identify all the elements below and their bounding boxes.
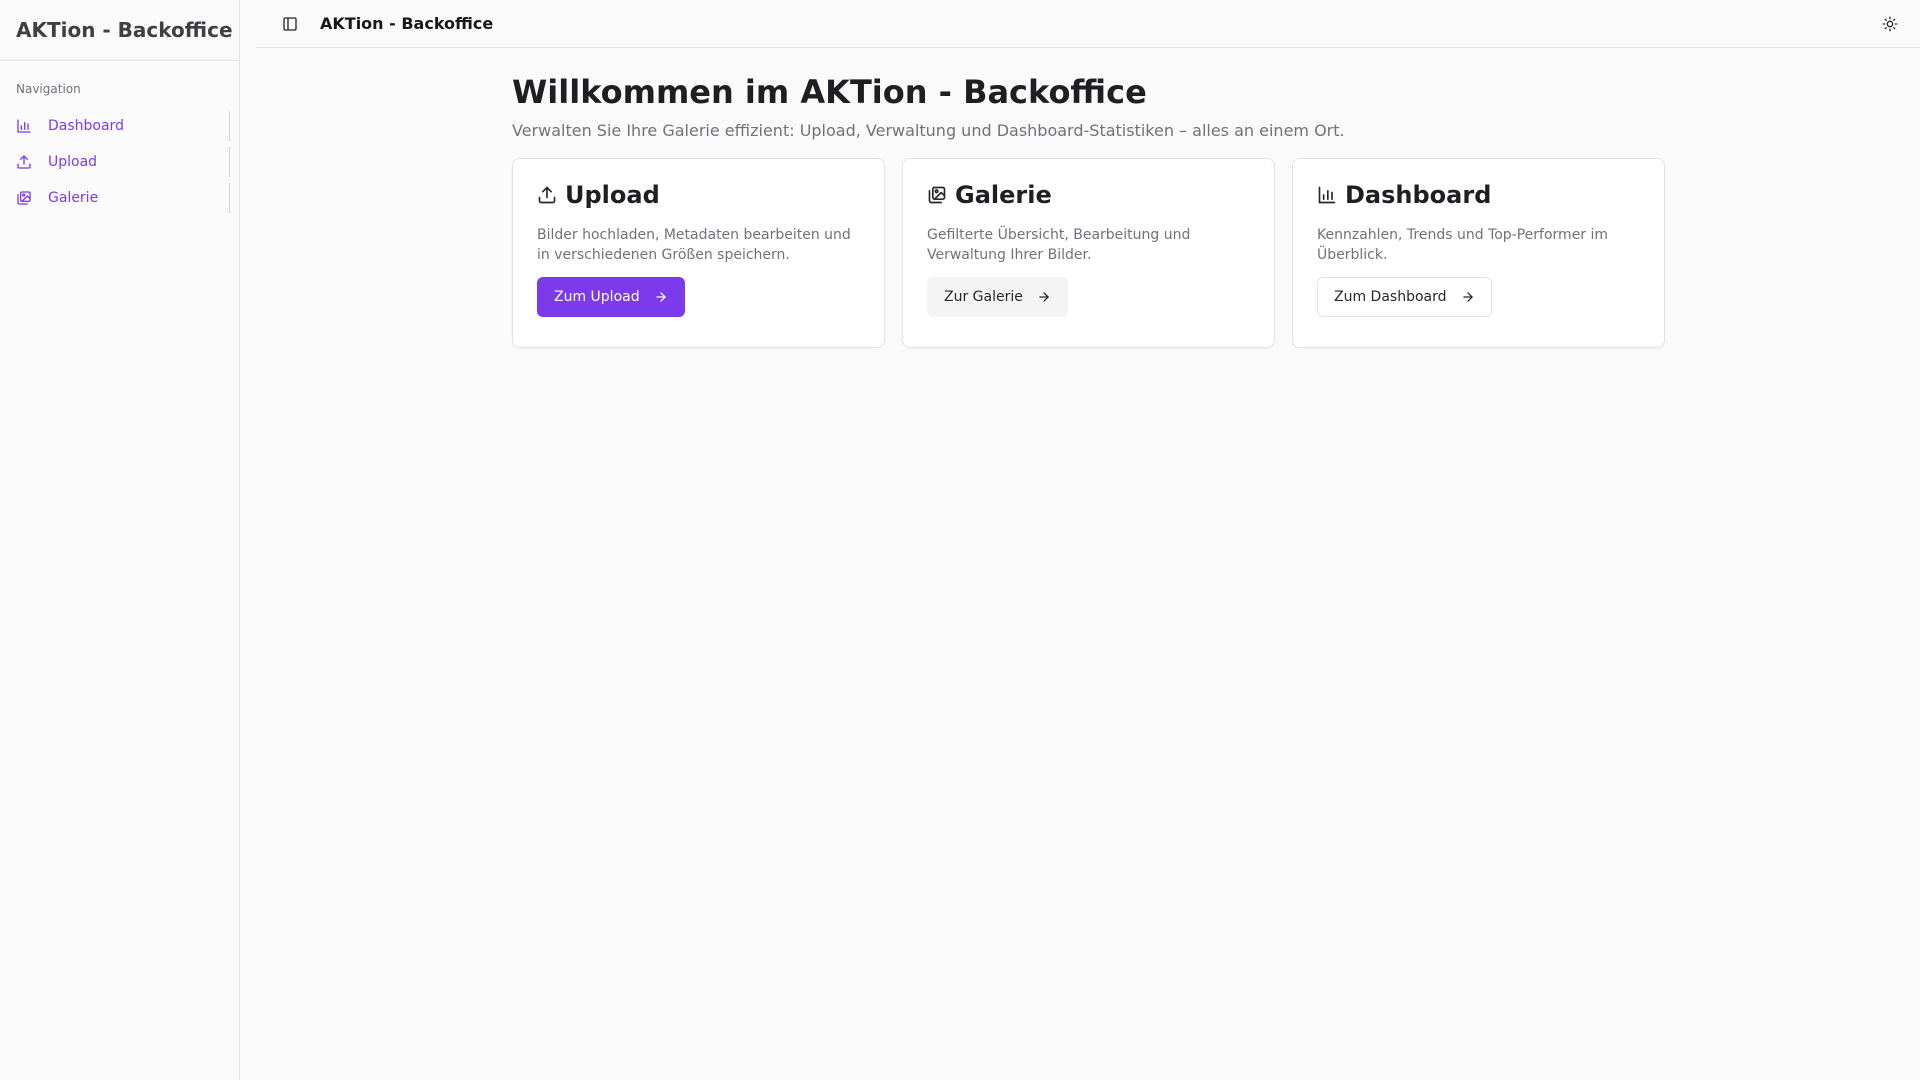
sidebar-item-label: Galerie (48, 190, 99, 206)
card-header: Dashboard (1317, 179, 1640, 211)
upload-icon (538, 186, 556, 204)
card-grid: Upload Bilder hochladen, Metadaten bearb… (512, 158, 1920, 348)
card-description: Gefilterte Übersicht, Bearbeitung und Ve… (927, 227, 1191, 263)
card-title: Galerie (955, 181, 1052, 209)
card-galerie: Galerie Gefilterte Übersicht, Bearbeitun… (902, 158, 1275, 348)
upload-icon (17, 155, 31, 169)
arrow-right-icon (1039, 292, 1049, 302)
gallery-icon (17, 191, 31, 205)
topbar: AKTion - Backoffice (256, 0, 1920, 48)
topbar-title: AKTion - Backoffice (320, 14, 494, 33)
sidebar-item-label: Dashboard (48, 118, 124, 134)
button-label: Zum Dashboard (1334, 289, 1447, 305)
sun-icon (1882, 16, 1898, 31)
card-title: Upload (565, 181, 660, 209)
main-area: AKTion - Backoffice Willkommen im AKTion… (256, 0, 1920, 1080)
button-label: Zum Upload (554, 289, 640, 305)
button-label: Zur Galerie (944, 289, 1023, 305)
page-subtitle: Verwalten Sie Ihre Galerie effizient: Up… (512, 121, 1345, 140)
nav-group: Navigation Dashboard Upload Galerie (0, 61, 239, 213)
page-content: Willkommen im AKTion - Backoffice Verwal… (256, 48, 1920, 348)
card-upload: Upload Bilder hochladen, Metadaten bearb… (512, 158, 885, 348)
sidebar-header: AKTion - Backoffice (0, 0, 239, 61)
card-description: Bilder hochladen, Metadaten bearbeiten u… (537, 227, 851, 263)
gallery-icon (928, 186, 946, 204)
sidebar-toggle-button[interactable] (276, 10, 304, 38)
page-title: Willkommen im AKTion - Backoffice (512, 73, 1147, 111)
arrow-right-icon (1462, 292, 1473, 302)
card-header: Upload (537, 179, 860, 211)
card-title: Dashboard (1345, 181, 1492, 209)
bar-chart-icon (17, 119, 31, 133)
bar-chart-icon (1318, 186, 1336, 204)
sidebar-toggle-icon (283, 16, 297, 31)
sidebar-item-dashboard[interactable]: Dashboard (8, 111, 230, 141)
nav-group-label: Navigation (16, 82, 81, 96)
sidebar-item-galerie[interactable]: Galerie (8, 183, 230, 213)
brand-title: AKTion - Backoffice (16, 18, 233, 42)
theme-toggle-button[interactable] (1876, 10, 1904, 38)
go-to-upload-button[interactable]: Zum Upload (537, 277, 685, 317)
card-description: Kennzahlen, Trends und Top-Performer im … (1317, 227, 1609, 263)
sidebar: AKTion - Backoffice Navigation Dashboard… (0, 0, 240, 1080)
arrow-right-icon (655, 292, 666, 302)
go-to-galerie-button[interactable]: Zur Galerie (927, 277, 1068, 317)
sidebar-item-upload[interactable]: Upload (8, 147, 230, 177)
sidebar-item-label: Upload (48, 154, 98, 170)
app-root: AKTion - Backoffice Navigation Dashboard… (0, 0, 1920, 1080)
card-header: Galerie (927, 179, 1250, 211)
card-dashboard: Dashboard Kennzahlen, Trends und Top-Per… (1292, 158, 1665, 348)
go-to-dashboard-button[interactable]: Zum Dashboard (1317, 277, 1492, 317)
